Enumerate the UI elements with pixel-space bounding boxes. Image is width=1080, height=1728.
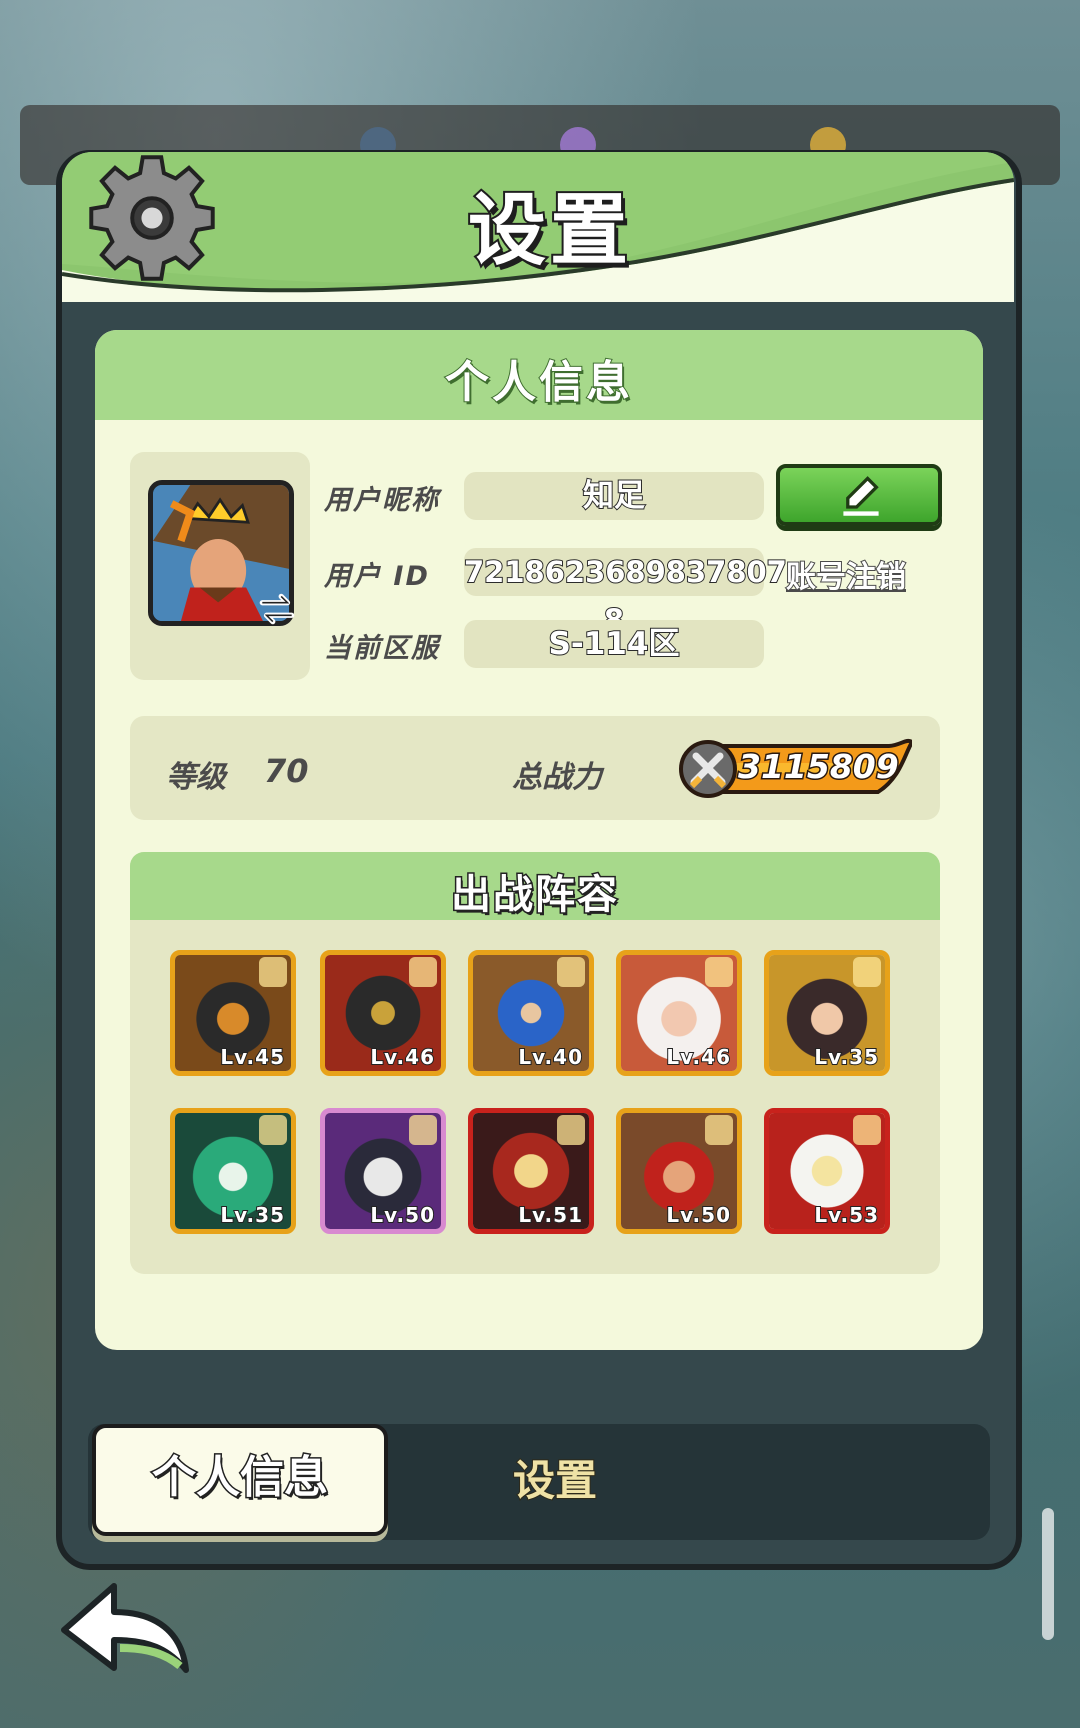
hero-level: Lv.46 — [665, 1044, 731, 1070]
server-label: 当前区服 — [324, 633, 440, 664]
user-id-label: 用户 ID — [324, 561, 430, 592]
battle-lineup-header: 出战阵容 — [130, 852, 940, 920]
hero-class-icon — [853, 1115, 881, 1145]
gear-icon — [89, 155, 215, 281]
hero-level: Lv.46 — [369, 1044, 435, 1070]
nickname-label: 用户昵称 — [324, 485, 440, 516]
hero-slot[interactable]: Lv.45 — [170, 950, 296, 1076]
swap-avatar-icon[interactable] — [256, 588, 298, 630]
back-arrow-icon[interactable] — [56, 1568, 192, 1680]
hero-slot[interactable]: Lv.46 — [320, 950, 446, 1076]
level-value: 70 — [264, 752, 309, 790]
edit-nickname-button[interactable] — [776, 464, 942, 526]
hero-slot[interactable]: Lv.50 — [320, 1108, 446, 1234]
battle-lineup-title: 出战阵容 — [450, 871, 619, 920]
hero-class-icon — [853, 957, 881, 987]
hero-slot[interactable]: Lv.40 — [468, 950, 594, 1076]
hero-level: Lv.53 — [813, 1202, 879, 1228]
profile-section-title: 个人信息 — [444, 356, 633, 409]
server-field: S-114区 — [464, 620, 764, 668]
hero-class-icon — [557, 957, 585, 987]
hero-slot[interactable]: Lv.53 — [764, 1108, 890, 1234]
hero-level: Lv.50 — [369, 1202, 435, 1228]
hero-slot[interactable]: Lv.35 — [170, 1108, 296, 1234]
hero-level: Lv.40 — [517, 1044, 583, 1070]
hero-level: Lv.51 — [517, 1202, 583, 1228]
profile-card-header: 个人信息 — [95, 330, 983, 420]
hero-slot[interactable]: Lv.50 — [616, 1108, 742, 1234]
hero-level: Lv.45 — [219, 1044, 285, 1070]
scrollbar[interactable] — [1042, 1508, 1054, 1640]
hero-level: Lv.50 — [665, 1202, 731, 1228]
hero-slot[interactable]: Lv.35 — [764, 950, 890, 1076]
pencil-icon — [843, 476, 879, 516]
tab-settings[interactable]: 设置 — [470, 1436, 640, 1526]
hero-class-icon — [409, 1115, 437, 1145]
user-id-field: 7218623689837807​8 — [463, 548, 788, 638]
hero-slot[interactable]: Lv.51 — [468, 1108, 594, 1234]
account-deregister-link[interactable]: 账号注销 — [785, 552, 907, 596]
power-label: 总战力 — [512, 760, 602, 795]
level-label: 等级 — [166, 760, 226, 795]
hero-slot[interactable]: Lv.46 — [616, 950, 742, 1076]
hero-class-icon — [705, 1115, 733, 1145]
nickname-field: 知足 — [464, 472, 764, 520]
hero-class-icon — [705, 957, 733, 987]
hero-class-icon — [259, 957, 287, 987]
dialog-title: 设置 — [466, 184, 632, 278]
power-value: 3115809 — [737, 746, 901, 788]
hero-class-icon — [259, 1115, 287, 1145]
hero-level: Lv.35 — [219, 1202, 285, 1228]
hero-level: Lv.35 — [813, 1044, 879, 1070]
hero-class-icon — [409, 957, 437, 987]
hero-class-icon — [557, 1115, 585, 1145]
tab-profile[interactable]: 个人信息 — [92, 1424, 388, 1536]
